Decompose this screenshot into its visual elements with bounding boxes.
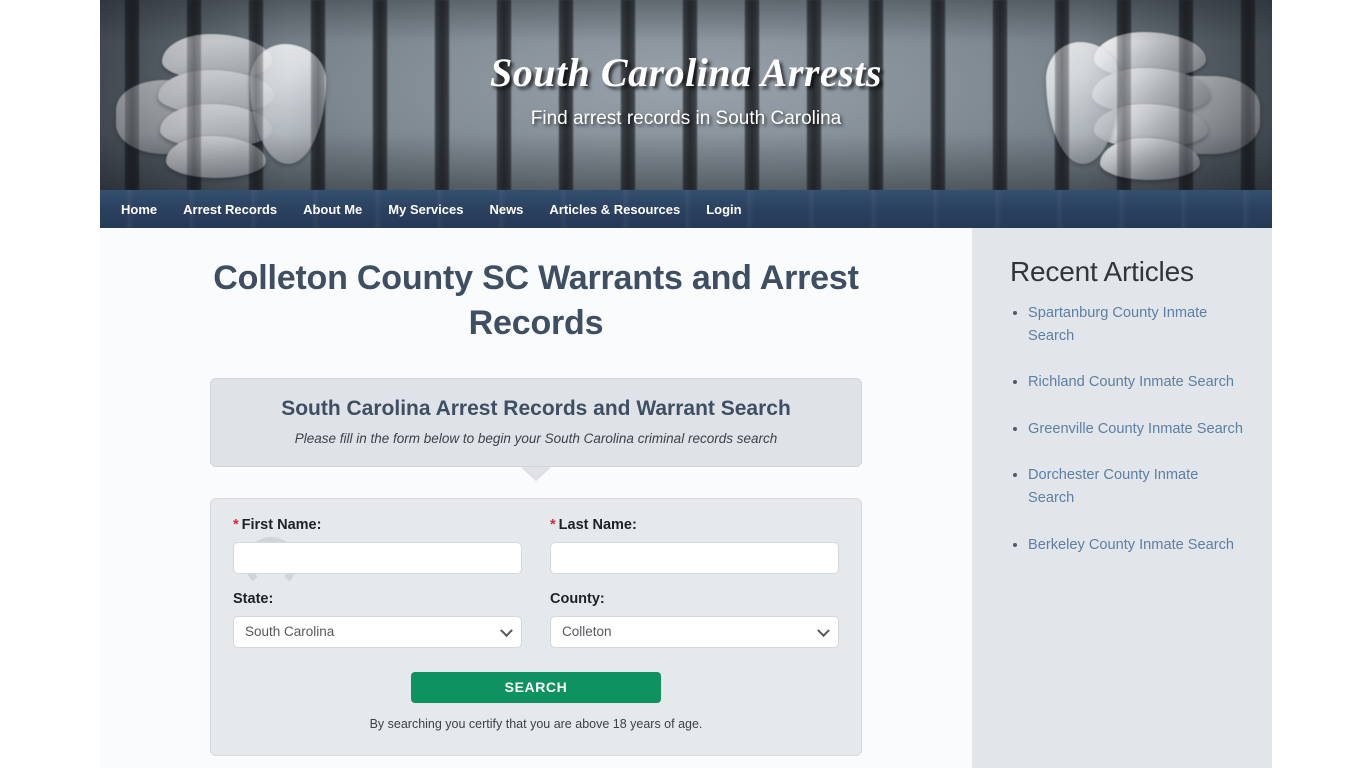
nav-item-my-services[interactable]: My Services — [375, 192, 476, 227]
search-callout-title: South Carolina Arrest Records and Warran… — [281, 396, 791, 420]
site-title: South Carolina Arrests — [490, 50, 882, 95]
last-name-input[interactable] — [550, 541, 839, 574]
nav-item-articles-resources[interactable]: Articles & Resources — [536, 192, 693, 227]
nav-item-home[interactable]: Home — [108, 192, 170, 227]
last-name-label: * Last Name: — [550, 517, 839, 533]
county-field-group: County: Colleton — [550, 591, 839, 648]
search-callout: South Carolina Arrest Records and Warran… — [210, 377, 862, 480]
main-column: Colleton County SC Warrants and Arrest R… — [100, 228, 972, 768]
nav-item-arrest-records[interactable]: Arrest Records — [170, 192, 290, 227]
recent-articles-list: Spartanburg County Inmate Search Richlan… — [1010, 302, 1246, 556]
state-select-wrap: South Carolina — [233, 615, 522, 648]
callout-pointer-triangle — [522, 466, 550, 480]
name-field-row: * First Name: * Last Name: — [233, 517, 839, 574]
list-item: Berkeley County Inmate Search — [1028, 534, 1246, 557]
search-button[interactable]: SEARCH — [411, 671, 661, 703]
list-item: Spartanburg County Inmate Search — [1028, 302, 1246, 347]
state-label: State: — [233, 590, 274, 607]
first-name-field-group: * First Name: — [233, 517, 522, 574]
list-item: Richland County Inmate Search — [1028, 371, 1246, 394]
sidebar-link-dorchester[interactable]: Dorchester County Inmate Search — [1028, 467, 1198, 506]
nav-item-login[interactable]: Login — [693, 192, 754, 227]
list-item: Dorchester County Inmate Search — [1028, 464, 1246, 509]
first-name-label-text: First Name: — [241, 516, 322, 533]
county-label: County: — [550, 590, 605, 607]
sidebar-link-spartanburg[interactable]: Spartanburg County Inmate Search — [1028, 305, 1207, 344]
page-title: Colleton County SC Warrants and Arrest R… — [213, 259, 859, 342]
content-area: Colleton County SC Warrants and Arrest R… — [100, 228, 1272, 768]
state-select[interactable]: South Carolina — [233, 615, 522, 648]
page-root: South Carolina Arrests Find arrest recor… — [0, 0, 1366, 768]
site-banner: South Carolina Arrests Find arrest recor… — [100, 0, 1272, 190]
last-name-label-text: Last Name: — [558, 516, 637, 533]
list-item: Greenville County Inmate Search — [1028, 418, 1246, 441]
location-field-row: State: South Carolina County: Colleton — [233, 591, 839, 648]
sidebar: Recent Articles Spartanburg County Inmat… — [972, 228, 1272, 768]
last-name-field-group: * Last Name: — [550, 517, 839, 574]
nav-item-about-me[interactable]: About Me — [290, 192, 375, 227]
search-callout-box: South Carolina Arrest Records and Warran… — [210, 377, 862, 467]
sidebar-title: Recent Articles — [1010, 256, 1194, 287]
site-tagline: Find arrest records in South Carolina — [530, 108, 842, 129]
sidebar-link-richland[interactable]: Richland County Inmate Search — [1028, 374, 1234, 390]
county-select[interactable]: Colleton — [550, 615, 839, 648]
sidebar-link-greenville[interactable]: Greenville County Inmate Search — [1028, 421, 1243, 437]
search-callout-subtitle: Please fill in the form below to begin y… — [294, 430, 778, 446]
main-navigation: Home Arrest Records About Me My Services… — [100, 190, 1272, 228]
arrest-search-form: * First Name: * Last Name: State: South … — [210, 497, 862, 756]
sidebar-link-berkeley[interactable]: Berkeley County Inmate Search — [1028, 537, 1234, 553]
county-select-wrap: Colleton — [550, 615, 839, 648]
search-button-row: SEARCH — [233, 671, 839, 703]
nav-item-news[interactable]: News — [476, 192, 536, 227]
site-wrapper: South Carolina Arrests Find arrest recor… — [100, 0, 1272, 768]
required-marker-last-name: * — [550, 516, 556, 533]
state-field-group: State: South Carolina — [233, 591, 522, 648]
banner-text-block: South Carolina Arrests Find arrest recor… — [100, 50, 1272, 130]
age-disclaimer-text: By searching you certify that you are ab… — [369, 716, 703, 731]
first-name-input[interactable] — [233, 541, 522, 574]
required-marker-first-name: * — [233, 516, 239, 533]
first-name-label: * First Name: — [233, 517, 522, 533]
